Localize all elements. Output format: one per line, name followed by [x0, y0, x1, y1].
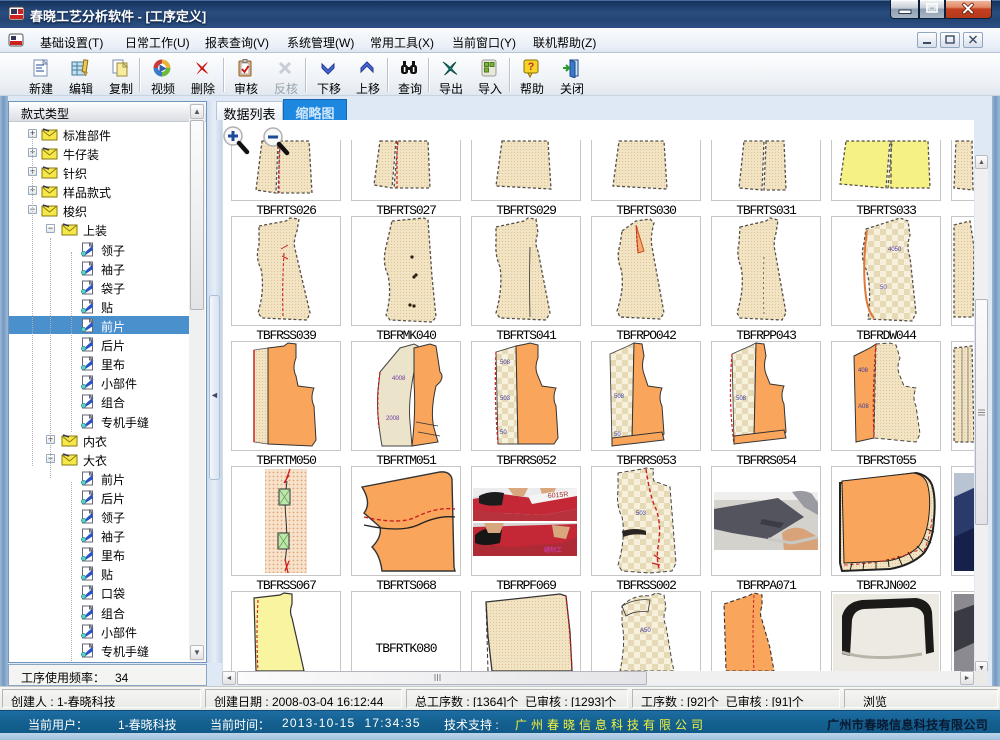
svg-text:508: 508: [500, 360, 511, 366]
svg-text:?: ?: [528, 61, 535, 73]
svg-text:A50: A50: [640, 628, 651, 634]
svg-text:503: 503: [636, 511, 647, 517]
svg-text:4008: 4008: [392, 376, 406, 382]
svg-text:A08: A08: [858, 404, 869, 410]
svg-text:508: 508: [736, 396, 747, 402]
svg-text:4050: 4050: [888, 247, 902, 253]
svg-text:408: 408: [858, 368, 869, 374]
svg-text:508: 508: [614, 394, 625, 400]
svg-text:50: 50: [880, 285, 887, 291]
svg-text:2008: 2008: [386, 416, 400, 422]
svg-text:缝制工: 缝制工: [544, 546, 562, 554]
svg-text:50: 50: [500, 430, 507, 436]
svg-text:50: 50: [614, 432, 621, 438]
svg-text:503: 503: [500, 396, 511, 402]
